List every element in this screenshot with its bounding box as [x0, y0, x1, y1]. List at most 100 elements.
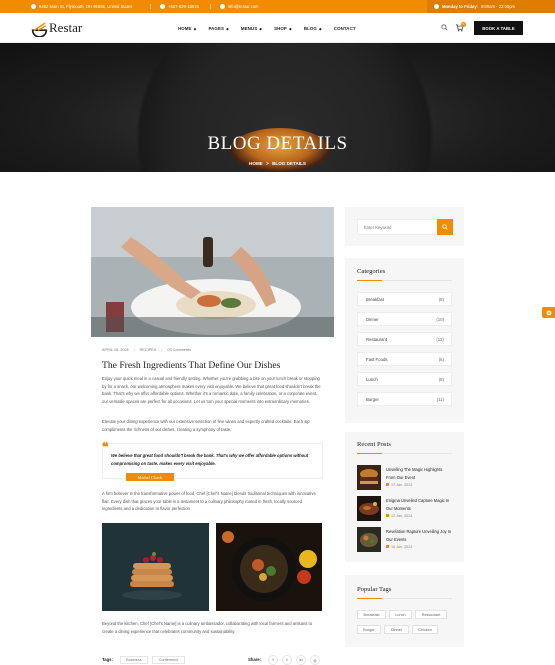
post-paragraph-2: Elevate your dining experience with our … [102, 419, 310, 432]
main-nav: HOME ◆ PAGES ◆ MENUS ◆ SHOP ◆ BLOG ◆ CON… [178, 13, 368, 43]
category-name: Restaurant [366, 337, 388, 342]
pancakes-illustration [102, 523, 209, 611]
linkedin-icon[interactable]: in [296, 655, 306, 665]
category-name: Dinner [366, 317, 379, 322]
post-tag-business[interactable]: Business [120, 656, 148, 664]
address-text: 9482 Main St, Plymouth, OH 95665, United… [39, 4, 133, 9]
email-text[interactable]: info@restar.com [228, 4, 259, 9]
tags-label: Tags: [102, 657, 113, 662]
post-comments[interactable]: 03 Comments [167, 348, 191, 352]
breadcrumb-current: BLOG DETAILS [272, 161, 306, 166]
popular-tag[interactable]: Burger [357, 625, 381, 634]
chevron-down-icon: ◆ [287, 26, 292, 31]
pancakes-image [102, 523, 209, 611]
divider [210, 4, 211, 9]
phone-icon [160, 4, 165, 9]
page-title: BLOG DETAILS [207, 133, 348, 154]
popular-tag[interactable]: Lunch [389, 610, 412, 619]
breadcrumb-home[interactable]: HOME [249, 161, 263, 166]
category-count: (8) [438, 377, 444, 382]
meta-divider: | [161, 348, 163, 352]
popular-tag[interactable]: Restaurant [415, 610, 447, 619]
category-item[interactable]: Fast Foods (6) [357, 352, 452, 366]
category-count: (12) [436, 337, 444, 342]
pan-dish-illustration [216, 523, 322, 611]
category-name: Fast Foods [366, 357, 388, 362]
category-name: Breakfast [366, 297, 385, 302]
post-tag-conference[interactable]: Conference [152, 656, 185, 664]
nav-contact[interactable]: CONTACT [334, 26, 356, 31]
logo[interactable]: Restar [31, 18, 82, 38]
search-input[interactable] [358, 220, 436, 234]
category-count: (8) [438, 297, 444, 302]
dish-thumb-illustration [357, 527, 381, 552]
recent-post-title[interactable]: Revelation Rapture Unveiling Joy In Our … [386, 528, 452, 543]
sidebar-search [357, 219, 453, 235]
recent-post-thumb[interactable] [357, 465, 381, 490]
post-category[interactable]: RECIPES [140, 348, 157, 352]
post-paragraph-3: A firm believer in the transformative po… [102, 491, 316, 511]
nav-blog[interactable]: BLOG ◆ [304, 26, 322, 31]
chevron-down-icon: ◆ [317, 26, 322, 31]
book-a-table-button[interactable]: BOOK A TABLE [474, 21, 523, 35]
email-item[interactable]: info@restar.com [220, 0, 259, 13]
recent-post-item[interactable]: Revelation Rapture Unveiling Joy In Our … [357, 527, 452, 553]
heading-underline [357, 453, 452, 454]
post-title: The Fresh Ingredients That Define Our Di… [102, 360, 281, 371]
nav-shop[interactable]: SHOP ◆ [274, 26, 292, 31]
search-icon [442, 224, 448, 230]
post-meta: APRIL 16, 2024 | RECIPES | 03 Comments [102, 348, 191, 352]
share-label: Share: [248, 657, 262, 662]
phone-item[interactable]: +567-629-18615 [160, 0, 199, 13]
mail-icon [220, 4, 225, 9]
chevron-down-icon: ◆ [258, 26, 263, 31]
category-item[interactable]: Burger (11) [357, 392, 452, 406]
recent-post-item[interactable]: Unveiling The Magic Highlights From Our … [357, 465, 452, 491]
page-hero-banner: BLOG DETAILS HOME > BLOG DETAILS [0, 43, 555, 172]
location-icon [31, 4, 36, 9]
category-item[interactable]: Lunch (8) [357, 372, 452, 386]
hours-item: Monday to Friday: 9:00am - 22:00pm [434, 0, 515, 13]
recent-post-item[interactable]: Enigma Unveiled Capture Magic In Our Mom… [357, 496, 452, 522]
facebook-icon[interactable]: f [268, 655, 278, 665]
popular-tag[interactable]: Chicken [412, 625, 438, 634]
chevron-down-icon: ◆ [192, 26, 197, 31]
address-item: 9482 Main St, Plymouth, OH 95665, United… [31, 0, 132, 13]
nav-menus[interactable]: MENUS ◆ [241, 26, 262, 31]
recent-post-thumb[interactable] [357, 496, 381, 521]
recent-post-title[interactable]: Enigma Unveiled Capture Magic In Our Mom… [386, 497, 452, 512]
floating-action-button[interactable] [542, 307, 555, 318]
cart-count-badge: 0 [461, 22, 466, 27]
twitter-icon[interactable]: t [282, 655, 292, 665]
category-item[interactable]: Restaurant (12) [357, 332, 452, 346]
category-count: (11) [436, 397, 444, 402]
popular-tag[interactable]: Breakfast [357, 610, 386, 619]
search-icon[interactable] [441, 24, 448, 31]
recent-post-title[interactable]: Unveiling The Magic Highlights From Our … [386, 466, 452, 481]
pan-dish-image [216, 523, 322, 611]
divider [150, 4, 151, 9]
breadcrumb: HOME > BLOG DETAILS [0, 161, 555, 166]
popular-tag[interactable]: Dinner [384, 625, 409, 634]
categories-heading: Categories [357, 268, 386, 275]
post-featured-image [91, 207, 334, 337]
calendar-icon [386, 545, 389, 548]
nav-home[interactable]: HOME ◆ [178, 26, 196, 31]
post-paragraph-4: Beyond the kitchen, Chef [Chef's Name] i… [102, 621, 313, 634]
burger-thumb-illustration [357, 465, 381, 490]
phone-text[interactable]: +567-629-18615 [168, 4, 199, 9]
chef-plating-illustration [91, 207, 334, 337]
category-name: Burger [366, 397, 379, 402]
instagram-icon[interactable]: ◎ [310, 655, 320, 665]
nav-pages[interactable]: PAGES ◆ [208, 26, 228, 31]
post-tags-share-row: Tags: Business Conference Share: f t in … [102, 655, 322, 665]
breadcrumb-separator: > [266, 161, 269, 166]
category-item[interactable]: Dinner (10) [357, 312, 452, 326]
meta-divider: | [133, 348, 135, 352]
quote-text: We believe that great food shouldn't bre… [111, 453, 309, 466]
search-button[interactable] [437, 219, 453, 235]
recent-post-thumb[interactable] [357, 527, 381, 552]
top-info-bar: 9482 Main St, Plymouth, OH 95665, United… [0, 0, 555, 13]
recent-post-date: 16 Jan, 2024 [386, 545, 412, 549]
category-item[interactable]: Breakfast (8) [357, 292, 452, 306]
